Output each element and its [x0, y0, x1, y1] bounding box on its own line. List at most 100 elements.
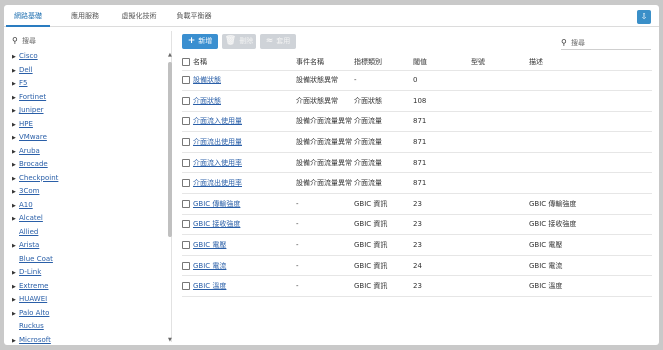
sidebar-item-label[interactable]: Aruba — [19, 147, 40, 155]
sidebar-item-label[interactable]: Checkpoint — [19, 174, 58, 182]
caret-right-icon[interactable]: ▶ — [12, 173, 19, 187]
add-button[interactable]: + 新增 — [182, 34, 218, 49]
row-name-link[interactable]: GBIC 傳輸強度 — [193, 200, 240, 208]
caret-right-icon[interactable]: ▶ — [12, 213, 19, 227]
row-name-link[interactable]: 介面流出使用量 — [193, 138, 242, 146]
row-name-link[interactable]: GBIC 電壓 — [193, 241, 226, 249]
sidebar-item[interactable]: ▶ Fortinet — [12, 91, 162, 105]
sidebar-item-label[interactable]: HPE — [19, 120, 33, 128]
sidebar-item[interactable]: ▶ VMware — [12, 131, 162, 145]
scroll-up-icon[interactable]: ▲ — [168, 53, 173, 58]
sidebar-item-label[interactable]: Brocade — [19, 160, 48, 168]
row-name-link[interactable]: 介面流入使用率 — [193, 159, 242, 167]
caret-right-icon[interactable]: ▶ — [12, 119, 19, 133]
table-row[interactable]: GBIC 接收強度 - GBIC 資訊 23 GBIC 接收強度 — [182, 214, 652, 236]
sidebar-item-label[interactable]: VMware — [19, 133, 47, 141]
caret-right-icon[interactable]: ▶ — [12, 186, 19, 200]
sidebar-item-label[interactable]: A10 — [19, 201, 33, 209]
table-row[interactable]: 介面流入使用率 設備介面流量異常 介面流量 871 — [182, 152, 652, 174]
scroll-down-icon[interactable]: ▼ — [168, 338, 173, 343]
caret-right-icon[interactable]: ▶ — [12, 65, 19, 79]
caret-right-icon[interactable]: ▶ — [12, 294, 19, 308]
sidebar-item-label[interactable]: Extreme — [19, 282, 48, 290]
table-row[interactable]: 介面狀態 介面狀態異常 介面狀態 108 — [182, 90, 652, 112]
sidebar-item-label[interactable]: 3Com — [19, 187, 39, 195]
sidebar-item[interactable]: ▶ Cisco — [12, 50, 162, 64]
sidebar-item-label[interactable]: Allied — [19, 228, 38, 236]
apply-button[interactable]: ≈ 套用 — [260, 34, 296, 49]
export-button[interactable]: ⇩ — [637, 10, 651, 24]
sidebar-item[interactable]: ▶ Alcatel — [12, 212, 162, 226]
sidebar-item-label[interactable]: Dell — [19, 66, 33, 74]
row-checkbox[interactable] — [182, 241, 190, 250]
table-row[interactable]: GBIC 溫度 - GBIC 資訊 23 GBIC 溫度 — [182, 275, 652, 298]
row-checkbox[interactable] — [182, 117, 190, 126]
table-row[interactable]: GBIC 電流 - GBIC 資訊 24 GBIC 電流 — [182, 255, 652, 277]
caret-right-icon[interactable]: ▶ — [12, 159, 19, 173]
row-name-link[interactable]: 介面流出使用率 — [193, 179, 242, 187]
sidebar-item[interactable]: ▶ Microsoft — [12, 334, 162, 346]
caret-right-icon[interactable]: ▶ — [12, 132, 19, 146]
sidebar-item-label[interactable]: Blue Coat — [19, 255, 53, 263]
sidebar-item[interactable]: ▶ Arista — [12, 239, 162, 253]
sidebar-item[interactable]: ▶ Palo Alto — [12, 307, 162, 321]
caret-right-icon[interactable]: ▶ — [12, 240, 19, 254]
sidebar-item[interactable]: ▶ HPE — [12, 118, 162, 132]
row-name-link[interactable]: 設備狀態 — [193, 76, 221, 84]
sidebar-item-label[interactable]: Fortinet — [19, 93, 46, 101]
sidebar-scrollbar[interactable]: ▲ ▼ — [168, 53, 173, 343]
sidebar-item-label[interactable]: HUAWEI — [19, 295, 47, 303]
sidebar-item[interactable]: ▶ Extreme — [12, 280, 162, 294]
row-name-link[interactable]: GBIC 接收強度 — [193, 220, 240, 228]
table-row[interactable]: 介面流入使用量 設備介面流量異常 介面流量 871 — [182, 111, 652, 133]
delete-button[interactable]: 🗑 刪除 — [222, 34, 256, 49]
select-all-checkbox[interactable] — [182, 58, 190, 67]
sidebar-item[interactable]: ▶ Aruba — [12, 145, 162, 159]
row-checkbox[interactable] — [182, 282, 190, 291]
sidebar-item-label[interactable]: Cisco — [19, 52, 38, 60]
table-row[interactable]: 介面流出使用率 設備介面流量異常 介面流量 871 — [182, 172, 652, 195]
caret-right-icon[interactable]: ▶ — [12, 51, 19, 65]
tab-virtualization[interactable]: 虛擬化技術 — [114, 5, 164, 27]
sidebar-item[interactable]: ▶ Dell — [12, 64, 162, 78]
sidebar-item[interactable]: ▶ HUAWEI — [12, 293, 162, 307]
row-name-link[interactable]: GBIC 電流 — [193, 262, 226, 270]
caret-right-icon[interactable]: ▶ — [12, 200, 19, 214]
table-row[interactable]: GBIC 電壓 - GBIC 資訊 23 GBIC 電壓 — [182, 234, 652, 256]
row-name-link[interactable]: 介面狀態 — [193, 97, 221, 105]
sidebar-item-label[interactable]: Ruckus — [19, 322, 44, 330]
caret-right-icon[interactable]: ▶ — [12, 267, 19, 281]
row-checkbox[interactable] — [182, 76, 190, 85]
sidebar-item[interactable]: ▶ A10 — [12, 199, 162, 213]
sidebar-item-label[interactable]: Juniper — [19, 106, 44, 114]
row-checkbox[interactable] — [182, 158, 190, 167]
row-checkbox[interactable] — [182, 261, 190, 270]
row-checkbox[interactable] — [182, 138, 190, 147]
scrollbar-thumb[interactable] — [168, 62, 172, 237]
row-checkbox[interactable] — [182, 220, 190, 229]
sidebar-item-label[interactable]: Arista — [19, 241, 39, 249]
caret-right-icon[interactable]: ▶ — [12, 308, 19, 322]
caret-right-icon[interactable]: ▶ — [12, 281, 19, 295]
table-row[interactable]: GBIC 傳輸強度 - GBIC 資訊 23 GBIC 傳輸強度 — [182, 193, 652, 215]
sidebar-item-label[interactable]: Alcatel — [19, 214, 43, 222]
caret-right-icon[interactable]: ▶ — [12, 146, 19, 160]
caret-right-icon[interactable]: ▶ — [12, 105, 19, 119]
sidebar-item[interactable]: ▶ F5 — [12, 77, 162, 91]
sidebar-item-label[interactable]: Palo Alto — [19, 309, 49, 317]
sidebar-search-input[interactable]: ⚲ 搜尋 — [12, 35, 162, 47]
row-checkbox[interactable] — [182, 199, 190, 208]
main-search-input[interactable]: ⚲ 搜尋 — [561, 36, 651, 50]
caret-right-icon[interactable]: ▶ — [12, 92, 19, 106]
sidebar-item[interactable]: Blue Coat — [12, 253, 162, 267]
table-row[interactable]: 介面流出使用量 設備介面流量異常 介面流量 871 — [182, 131, 652, 153]
sidebar-item[interactable]: ▶ 3Com — [12, 185, 162, 199]
sidebar-item[interactable]: Ruckus — [12, 320, 162, 334]
row-checkbox[interactable] — [182, 96, 190, 105]
sidebar-item[interactable]: Allied — [12, 226, 162, 240]
table-row[interactable]: 設備狀態 設備狀態異常 -0 — [182, 70, 652, 92]
sidebar-item-label[interactable]: Microsoft — [19, 336, 51, 344]
tab-network-basics[interactable]: 網路基礎 — [6, 5, 50, 27]
sidebar-item[interactable]: ▶ Checkpoint — [12, 172, 162, 186]
sidebar-item[interactable]: ▶ D-Link — [12, 266, 162, 280]
